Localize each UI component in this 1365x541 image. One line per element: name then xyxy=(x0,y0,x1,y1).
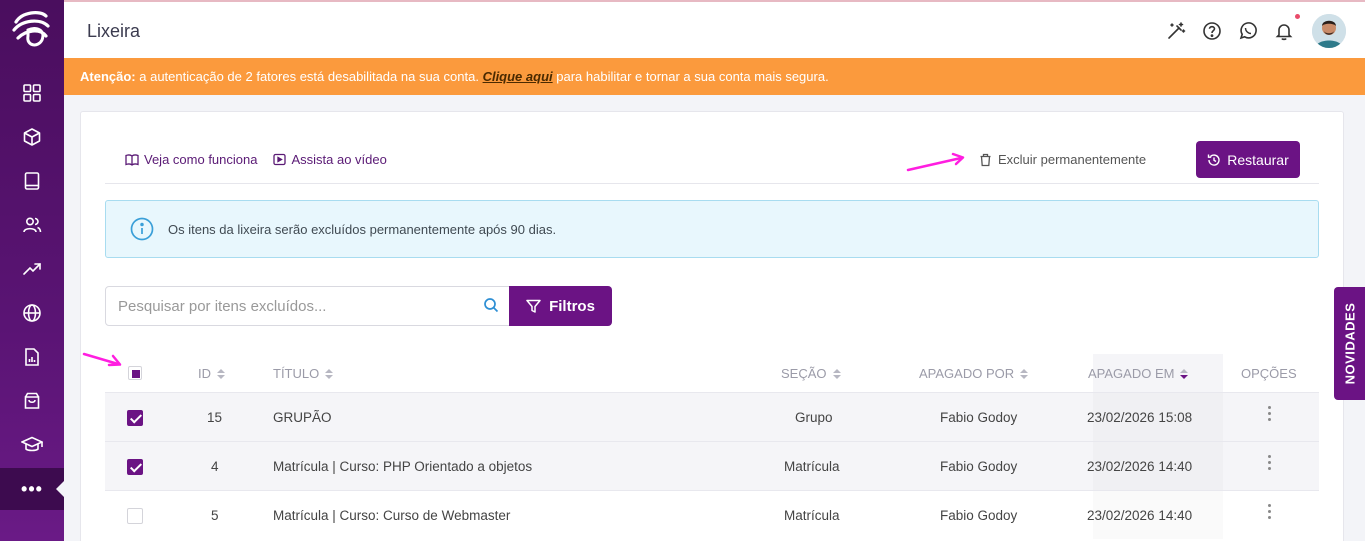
avatar[interactable] xyxy=(1312,14,1346,48)
report-icon[interactable] xyxy=(20,345,44,369)
row-deleted-at: 23/02/2026 14:40 xyxy=(1087,459,1193,474)
filter-icon xyxy=(526,299,541,313)
graduation-icon[interactable] xyxy=(20,433,44,457)
row-options-icon[interactable] xyxy=(1268,455,1271,470)
page-title: Lixeira xyxy=(87,21,141,41)
row-section: Grupo xyxy=(795,410,833,425)
toolbar-divider xyxy=(105,183,1319,184)
col-id-label: ID xyxy=(198,366,211,381)
search-input[interactable] xyxy=(106,287,466,325)
search-icon[interactable] xyxy=(483,297,499,318)
col-section-label: SEÇÃO xyxy=(781,366,827,381)
watch-video-link[interactable]: Assista ao vídeo xyxy=(273,152,387,167)
users-icon[interactable] xyxy=(20,213,44,237)
col-deleted-by[interactable]: APAGADO POR xyxy=(919,366,1029,381)
top-header: Lixeira xyxy=(64,0,1365,58)
info-banner: Os itens da lixeira serão excluídos perm… xyxy=(105,200,1319,258)
trash-card: Veja como funciona Assista ao vídeo Excl… xyxy=(80,111,1344,541)
col-id[interactable]: ID xyxy=(198,366,225,381)
magic-wand-icon[interactable] xyxy=(1165,20,1187,42)
sort-icon xyxy=(832,368,841,379)
table-row[interactable]: 5 Matrícula | Curso: Curso de Webmaster … xyxy=(105,490,1319,539)
annotation-arrow xyxy=(82,352,122,367)
filters-label: Filtros xyxy=(549,297,595,315)
table-header: ID TÍTULO SEÇÃO APAGADO POR APAGADO EM O… xyxy=(105,354,1319,392)
alert-suffix: para habilitar e tornar a sua conta mais… xyxy=(556,69,829,84)
row-checkbox[interactable] xyxy=(127,410,143,426)
more-icon[interactable]: ••• xyxy=(0,468,64,510)
alert-label: Atenção: xyxy=(80,69,136,84)
row-id: 5 xyxy=(211,508,219,523)
enable-2fa-link[interactable]: Clique aqui xyxy=(483,69,553,84)
col-title-label: TÍTULO xyxy=(273,366,320,381)
sidebar: ••• xyxy=(0,0,64,541)
cube-icon[interactable] xyxy=(20,125,44,149)
restore-button[interactable]: Restaurar xyxy=(1196,141,1300,178)
row-title: Matrícula | Curso: Curso de Webmaster xyxy=(273,508,511,523)
restore-icon xyxy=(1208,153,1220,166)
row-title: GRUPÃO xyxy=(273,410,332,425)
row-deleted-by: Fabio Godoy xyxy=(940,410,1018,425)
sort-icon xyxy=(325,368,334,379)
row-id: 4 xyxy=(211,459,219,474)
news-side-tab[interactable]: NOVIDADES xyxy=(1334,287,1365,400)
globe-icon[interactable] xyxy=(20,301,44,325)
row-options-icon[interactable] xyxy=(1268,504,1271,519)
col-deleted-at[interactable]: APAGADO EM xyxy=(1088,366,1189,381)
row-deleted-by: Fabio Godoy xyxy=(940,508,1018,523)
brand-logo[interactable] xyxy=(10,8,54,52)
row-options-icon[interactable] xyxy=(1268,406,1271,421)
trash-icon xyxy=(980,153,991,166)
bell-icon[interactable] xyxy=(1273,20,1295,42)
bag-icon[interactable] xyxy=(20,389,44,413)
col-deleted-at-label: APAGADO EM xyxy=(1088,366,1175,381)
search-box xyxy=(105,286,510,326)
open-book-icon xyxy=(125,153,139,166)
row-checkbox[interactable] xyxy=(127,508,143,524)
col-options: OPÇÕES xyxy=(1241,366,1297,381)
delete-permanently-label: Excluir permanentemente xyxy=(998,152,1147,167)
whatsapp-icon[interactable] xyxy=(1237,20,1259,42)
two-factor-alert: Atenção: a autenticação de 2 fatores est… xyxy=(64,58,1365,95)
row-deleted-at: 23/02/2026 15:08 xyxy=(1087,410,1193,425)
video-icon xyxy=(273,153,287,166)
annotation-arrow xyxy=(906,152,965,172)
table-row[interactable]: 15 GRUPÃO Grupo Fabio Godoy 23/02/2026 1… xyxy=(105,392,1319,441)
info-icon xyxy=(130,217,154,241)
book-icon[interactable] xyxy=(20,169,44,193)
row-section: Matrícula xyxy=(784,508,840,523)
sort-icon xyxy=(217,368,225,379)
restore-label: Restaurar xyxy=(1227,151,1289,168)
row-section: Matrícula xyxy=(784,459,840,474)
row-checkbox[interactable] xyxy=(127,459,143,475)
how-it-works-label: Veja como funciona xyxy=(144,152,258,167)
delete-permanently-button[interactable]: Excluir permanentemente xyxy=(979,152,1146,167)
row-title: Matrícula | Curso: PHP Orientado a objet… xyxy=(273,459,533,474)
sort-icon xyxy=(1020,368,1029,379)
grid-icon[interactable] xyxy=(20,81,44,105)
filters-button[interactable]: Filtros xyxy=(509,286,612,326)
watch-video-label: Assista ao vídeo xyxy=(291,152,387,167)
help-icon[interactable] xyxy=(1201,20,1223,42)
sort-icon xyxy=(1180,368,1189,379)
col-title[interactable]: TÍTULO xyxy=(273,366,334,381)
trend-icon[interactable] xyxy=(20,257,44,281)
col-deleted-by-label: APAGADO POR xyxy=(919,366,1015,381)
notification-dot xyxy=(1295,14,1300,19)
table-row[interactable]: 4 Matrícula | Curso: PHP Orientado a obj… xyxy=(105,441,1319,490)
row-deleted-by: Fabio Godoy xyxy=(940,459,1018,474)
row-deleted-at: 23/02/2026 14:40 xyxy=(1087,508,1193,523)
row-id: 15 xyxy=(207,410,223,425)
col-options-label: OPÇÕES xyxy=(1241,366,1297,381)
select-all-checkbox[interactable] xyxy=(128,366,142,380)
news-side-tab-label: NOVIDADES xyxy=(1342,302,1358,385)
how-it-works-link[interactable]: Veja como funciona xyxy=(125,152,257,167)
info-text: Os itens da lixeira serão excluídos perm… xyxy=(168,221,557,237)
alert-text: a autenticação de 2 fatores está desabil… xyxy=(139,69,479,84)
col-section[interactable]: SEÇÃO xyxy=(781,366,841,381)
